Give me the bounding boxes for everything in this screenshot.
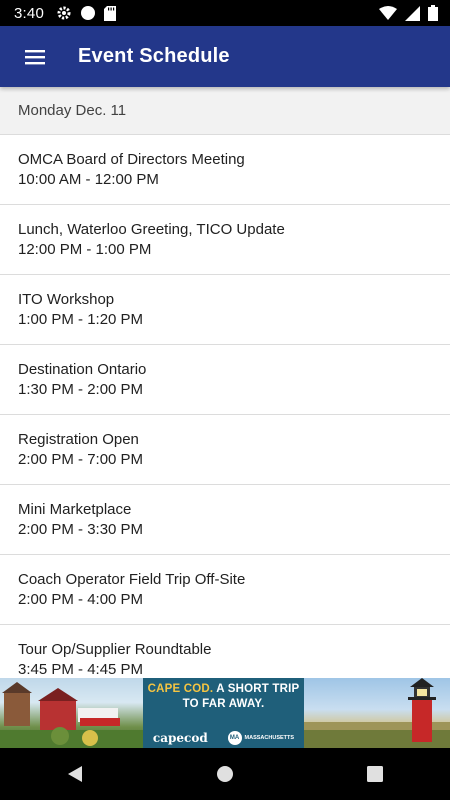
event-item[interactable]: ITO Workshop 1:00 PM - 1:20 PM bbox=[0, 275, 450, 345]
status-left-icons bbox=[56, 5, 116, 21]
massachusetts-logo: MA MASSACHUSETTS bbox=[227, 731, 295, 745]
event-title: Coach Operator Field Trip Off-Site bbox=[18, 570, 246, 588]
event-time: 10:00 AM - 12:00 PM bbox=[18, 170, 159, 188]
recents-icon bbox=[367, 766, 383, 782]
home-button[interactable] bbox=[195, 748, 255, 800]
event-item[interactable]: Registration Open 2:00 PM - 7:00 PM bbox=[0, 415, 450, 485]
capecod-logo: capecod bbox=[152, 731, 208, 745]
gear-icon bbox=[56, 5, 72, 21]
app-bar: Event Schedule bbox=[0, 26, 450, 87]
page-title: Event Schedule bbox=[78, 45, 230, 67]
hamburger-menu-icon bbox=[25, 49, 45, 65]
home-icon bbox=[216, 765, 234, 783]
system-nav-bar bbox=[0, 748, 450, 800]
event-title: Mini Marketplace bbox=[18, 500, 132, 518]
event-item[interactable]: Tour Op/Supplier Roundtable 3:45 PM - 4:… bbox=[0, 625, 450, 678]
schedule-list[interactable]: Monday Dec. 11 OMCA Board of Directors M… bbox=[0, 87, 450, 678]
menu-button[interactable] bbox=[0, 26, 70, 87]
event-title: OMCA Board of Directors Meeting bbox=[18, 150, 245, 168]
event-title: Tour Op/Supplier Roundtable bbox=[18, 640, 212, 658]
event-time: 12:00 PM - 1:00 PM bbox=[18, 240, 152, 258]
ad-headline: CAPE COD. A SHORT TRIP TO FAR AWAY. bbox=[143, 682, 304, 712]
event-item[interactable]: Mini Marketplace 2:00 PM - 3:30 PM bbox=[0, 485, 450, 555]
status-right-icons bbox=[379, 5, 438, 21]
event-item[interactable]: Lunch, Waterloo Greeting, TICO Update 12… bbox=[0, 205, 450, 275]
event-time: 1:00 PM - 1:20 PM bbox=[18, 310, 144, 328]
battery-icon bbox=[428, 5, 438, 21]
status-time: 3:40 bbox=[14, 4, 44, 22]
event-item[interactable]: OMCA Board of Directors Meeting 10:00 AM… bbox=[0, 135, 450, 205]
ad-center-panel: CAPE COD. A SHORT TRIP TO FAR AWAY. cape… bbox=[143, 678, 304, 748]
event-title: Destination Ontario bbox=[18, 360, 147, 378]
ad-logos: capecod MA MASSACHUSETTS bbox=[143, 731, 304, 745]
wifi-icon bbox=[379, 6, 397, 20]
event-item[interactable]: Coach Operator Field Trip Off-Site 2:00 … bbox=[0, 555, 450, 625]
ad-image-lighthouse bbox=[304, 678, 450, 748]
event-title: ITO Workshop bbox=[18, 290, 115, 308]
event-time: 1:30 PM - 2:00 PM bbox=[18, 380, 144, 398]
back-button[interactable] bbox=[45, 748, 105, 800]
event-time: 2:00 PM - 4:00 PM bbox=[18, 590, 144, 608]
signal-icon bbox=[405, 5, 420, 21]
recents-button[interactable] bbox=[345, 748, 405, 800]
status-bar: 3:40 bbox=[0, 0, 450, 26]
ad-headline-highlight: CAPE COD. bbox=[147, 683, 214, 695]
event-time: 2:00 PM - 3:30 PM bbox=[18, 520, 144, 538]
event-time: 2:00 PM - 7:00 PM bbox=[18, 450, 144, 468]
day-header: Monday Dec. 11 bbox=[0, 87, 450, 135]
event-time: 3:45 PM - 4:45 PM bbox=[18, 660, 144, 678]
event-title: Registration Open bbox=[18, 430, 139, 448]
event-title: Lunch, Waterloo Greeting, TICO Update bbox=[18, 220, 285, 238]
ma-badge: MA bbox=[227, 731, 242, 745]
event-item[interactable]: Destination Ontario 1:30 PM - 2:00 PM bbox=[0, 345, 450, 415]
sd-card-icon bbox=[104, 5, 116, 21]
circle-icon bbox=[80, 5, 96, 21]
ad-image-harbor bbox=[0, 678, 143, 748]
ma-text: MASSACHUSETTS bbox=[244, 735, 295, 741]
ad-banner[interactable]: CAPE COD. A SHORT TRIP TO FAR AWAY. cape… bbox=[0, 678, 450, 748]
back-icon bbox=[66, 765, 84, 783]
